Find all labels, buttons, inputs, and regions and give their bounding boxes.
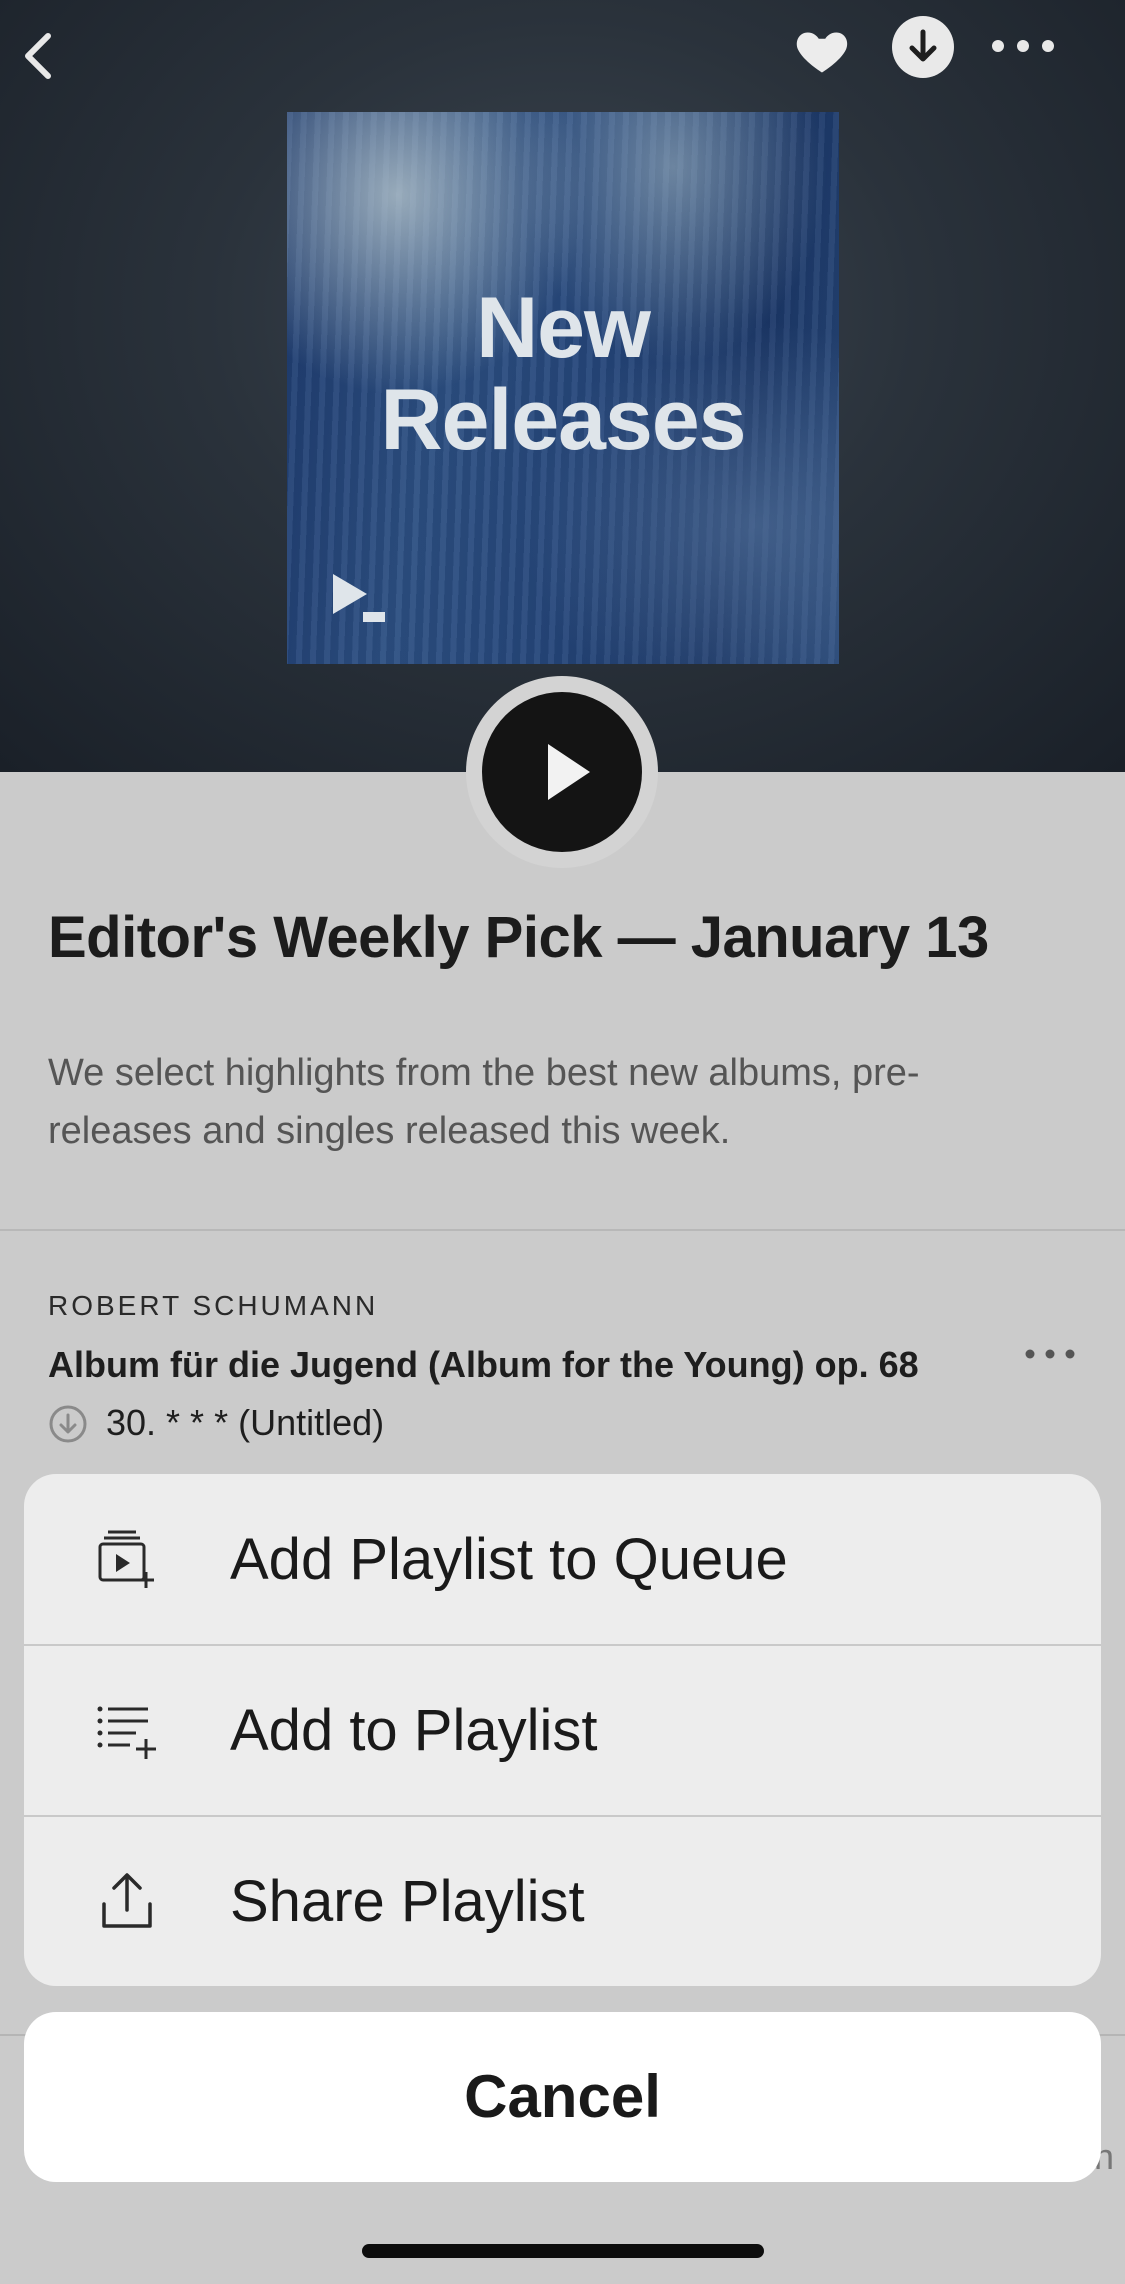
home-indicator <box>362 2244 764 2258</box>
share-icon <box>102 1873 152 1928</box>
track-composer: ROBERT SCHUMANN <box>48 1290 379 1321</box>
ellipsis-icon <box>1025 1349 1075 1359</box>
download-icon <box>909 29 937 62</box>
more-options-button[interactable] <box>988 28 1058 64</box>
add-playlist-to-queue-label: Add Playlist to Queue <box>230 1527 788 1592</box>
add-to-playlist-button[interactable]: Add to Playlist <box>24 1645 1101 1816</box>
share-playlist-label: Share Playlist <box>230 1869 585 1934</box>
cancel-button[interactable]: Cancel <box>24 2012 1101 2182</box>
add-to-queue-icon <box>98 1530 154 1588</box>
action-sheet: Add Playlist to Queue Add to Playlist Sh… <box>24 1474 1101 1986</box>
playlist-title: Editor's Weekly Pick — January 13 <box>48 905 989 970</box>
playlist-description: We select highlights from the best new a… <box>48 1052 920 1152</box>
add-playlist-to-queue-button[interactable]: Add Playlist to Queue <box>24 1474 1101 1645</box>
download-status-icon <box>49 1405 87 1443</box>
add-to-playlist-label: Add to Playlist <box>230 1698 598 1763</box>
app-logo-icon <box>333 574 385 622</box>
playlist-artwork: New Releases <box>287 112 839 664</box>
divider <box>0 1229 1125 1231</box>
track-more-button[interactable] <box>1022 1342 1082 1366</box>
artwork-title: New Releases <box>380 280 747 468</box>
chevron-left-icon <box>25 33 51 79</box>
share-playlist-button[interactable]: Share Playlist <box>24 1816 1101 1986</box>
download-button[interactable] <box>892 16 954 78</box>
track-work-title: Album für die Jugend (Album for the Youn… <box>48 1344 919 1385</box>
heart-icon <box>796 32 848 73</box>
ellipsis-icon <box>992 40 1054 52</box>
play-button[interactable] <box>482 692 642 852</box>
top-bar <box>0 0 1125 100</box>
cancel-label: Cancel <box>464 2063 661 2130</box>
favorite-button[interactable] <box>792 20 852 80</box>
track-title: 30. * * * (Untitled) <box>106 1402 385 1443</box>
back-button[interactable] <box>18 28 62 84</box>
play-icon <box>548 744 590 800</box>
add-to-playlist-icon <box>97 1706 156 1759</box>
